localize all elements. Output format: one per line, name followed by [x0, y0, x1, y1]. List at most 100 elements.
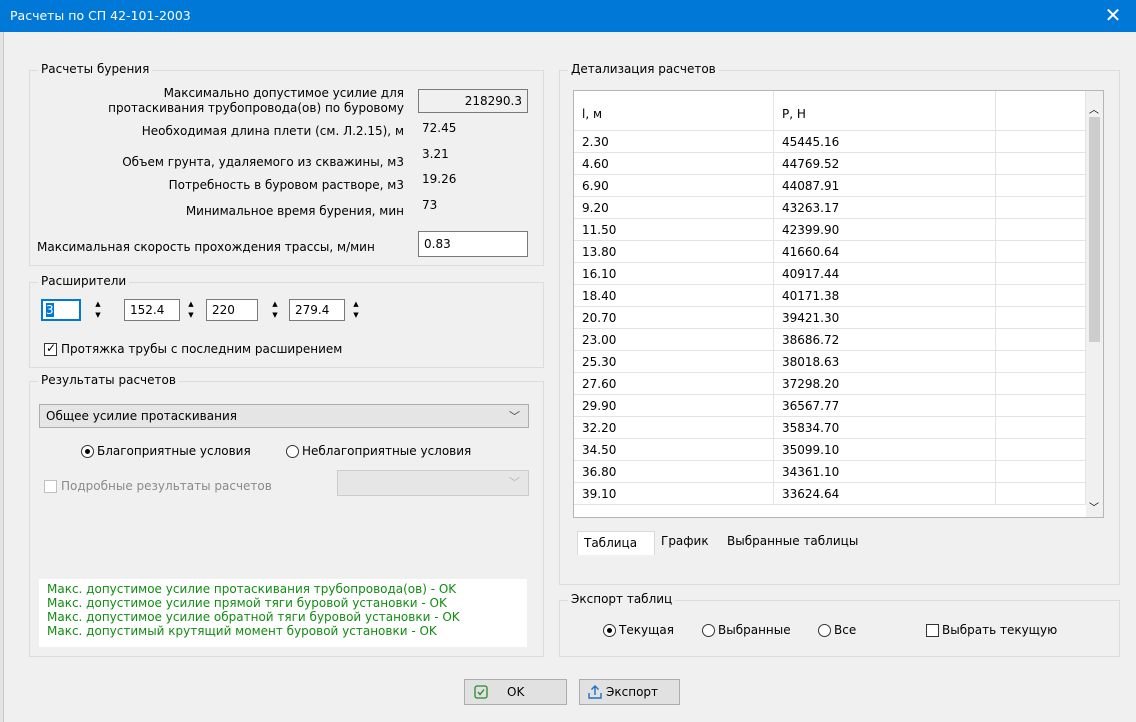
detail-legend: Детализация расчетов: [568, 62, 719, 76]
cell-l[interactable]: 27.60: [574, 373, 774, 395]
spin-down-icon[interactable]: ▼: [349, 310, 363, 321]
detailed-results-checkbox[interactable]: [44, 480, 57, 493]
column-header-l[interactable]: l, м: [574, 91, 774, 131]
max-force-value: 218290.3: [418, 89, 528, 113]
cell-empty: [996, 373, 1086, 395]
cell-l[interactable]: 34.50: [574, 439, 774, 461]
close-icon[interactable]: ✕: [1090, 0, 1136, 32]
cell-p[interactable]: 37298.20: [774, 373, 996, 395]
scroll-up-icon[interactable]: ︿: [1089, 101, 1099, 116]
cell-p[interactable]: 43263.17: [774, 197, 996, 219]
vertical-scrollbar[interactable]: ︿ ﹀: [1086, 91, 1103, 517]
export-legend: Экспорт таблиц: [568, 592, 676, 606]
cell-empty: [996, 153, 1086, 175]
cell-l[interactable]: 25.30: [574, 351, 774, 373]
spin-up-icon[interactable]: ▲: [91, 299, 105, 310]
spin-down-icon[interactable]: ▼: [268, 310, 282, 321]
reamer-d2-field[interactable]: 220: [206, 299, 258, 321]
detailed-results-select[interactable]: ﹀: [337, 470, 529, 496]
cell-p[interactable]: 38686.72: [774, 329, 996, 351]
spin-down-icon[interactable]: ▼: [184, 310, 198, 321]
unfavorable-label: Неблагоприятные условия: [302, 444, 472, 458]
cell-l[interactable]: 4.60: [574, 153, 774, 175]
choose-current-label: Выбрать текущую: [942, 623, 1058, 637]
cell-p[interactable]: 33624.64: [774, 483, 996, 505]
chevron-down-icon: ﹀: [509, 410, 520, 423]
cell-p[interactable]: 38018.63: [774, 351, 996, 373]
cell-l[interactable]: 11.50: [574, 219, 774, 241]
max-speed-input[interactable]: 0.83: [418, 231, 528, 257]
ok-label: OK: [507, 685, 525, 699]
tab-graph[interactable]: График: [655, 530, 721, 552]
cell-p[interactable]: 35834.70: [774, 417, 996, 439]
cell-l[interactable]: 29.90: [574, 395, 774, 417]
detailed-results-label: Подробные результаты расчетов: [61, 479, 272, 493]
favorable-radio[interactable]: [81, 445, 94, 458]
cell-l[interactable]: 13.80: [574, 241, 774, 263]
export-all-radio[interactable]: [818, 624, 831, 637]
export-all-label: Все: [834, 623, 857, 637]
cell-l[interactable]: 9.20: [574, 197, 774, 219]
reamer-d2-spinner[interactable]: 220 ▲ ▼: [206, 299, 284, 321]
drilling-legend: Расчеты бурения: [38, 62, 153, 76]
spin-down-icon[interactable]: ▼: [91, 310, 105, 321]
spin-up-icon[interactable]: ▲: [184, 299, 198, 310]
radio-dot: [607, 628, 612, 633]
max-speed-label: Максимальная скорость прохождения трассы…: [37, 240, 375, 254]
export-current-label: Текущая: [619, 623, 674, 637]
unfavorable-radio[interactable]: [286, 445, 299, 458]
cell-p[interactable]: 41660.64: [774, 241, 996, 263]
cell-p[interactable]: 34361.10: [774, 461, 996, 483]
export-button[interactable]: Экспорт: [579, 679, 680, 705]
ok-check-icon: [474, 685, 488, 699]
reamer-count-field[interactable]: 3: [41, 299, 81, 321]
cell-l[interactable]: 2.30: [574, 131, 774, 153]
reamer-d1-spinner[interactable]: 152.4 ▲ ▼: [124, 299, 202, 321]
tab-table[interactable]: Таблица: [577, 531, 655, 555]
left-border: [0, 32, 4, 722]
cell-p[interactable]: 35099.10: [774, 439, 996, 461]
cell-p[interactable]: 39421.30: [774, 307, 996, 329]
export-selected-radio[interactable]: [702, 624, 715, 637]
reamer-d3-field[interactable]: 279.4: [289, 299, 345, 321]
reamer-d1-field[interactable]: 152.4: [124, 299, 180, 321]
detail-table[interactable]: l, м P, Н 2.30 45445.16 4.60 44769.52 6.90 44…: [573, 90, 1104, 518]
spin-up-icon[interactable]: ▲: [268, 299, 282, 310]
tab-selected-tables[interactable]: Выбранные таблицы: [721, 530, 881, 552]
reamer-count-spinner[interactable]: 3 ▲ ▼: [41, 299, 111, 321]
cell-l[interactable]: 23.00: [574, 329, 774, 351]
cell-p[interactable]: 45445.16: [774, 131, 996, 153]
column-header-empty: [996, 91, 1086, 131]
upload-icon: [588, 685, 602, 699]
cell-p[interactable]: 40917.44: [774, 263, 996, 285]
cell-empty: [996, 439, 1086, 461]
status-line-3: Макс. допустимое усилие обратной тяги бу…: [47, 610, 460, 624]
scroll-down-icon[interactable]: ﹀: [1089, 499, 1099, 514]
column-header-p[interactable]: P, Н: [774, 91, 996, 131]
cell-l[interactable]: 36.80: [574, 461, 774, 483]
ok-button[interactable]: OK: [464, 679, 567, 705]
scroll-thumb[interactable]: [1089, 117, 1100, 342]
status-line-2: Макс. допустимое усилие прямой тяги буро…: [47, 596, 447, 610]
cell-p[interactable]: 44769.52: [774, 153, 996, 175]
radio-dot: [85, 449, 90, 454]
max-force-label-1: Максимально допустимое усилие для: [163, 86, 404, 100]
cell-p[interactable]: 40171.38: [774, 285, 996, 307]
export-current-radio[interactable]: [603, 624, 616, 637]
cell-p[interactable]: 42399.90: [774, 219, 996, 241]
results-type-select[interactable]: Общее усилие протаскивания ﹀: [39, 404, 529, 428]
cell-l[interactable]: 6.90: [574, 175, 774, 197]
cell-p[interactable]: 36567.77: [774, 395, 996, 417]
cell-p[interactable]: 44087.91: [774, 175, 996, 197]
cell-l[interactable]: 39.10: [574, 483, 774, 505]
cell-l[interactable]: 18.40: [574, 285, 774, 307]
results-legend: Результаты расчетов: [38, 373, 179, 387]
spin-up-icon[interactable]: ▲: [349, 299, 363, 310]
cell-l[interactable]: 32.20: [574, 417, 774, 439]
choose-current-checkbox[interactable]: [926, 624, 939, 637]
cell-l[interactable]: 16.10: [574, 263, 774, 285]
pull-with-last-checkbox[interactable]: ✓: [44, 341, 57, 356]
min-time-value: 73: [422, 198, 438, 212]
cell-l[interactable]: 20.70: [574, 307, 774, 329]
reamer-d3-spinner[interactable]: 279.4 ▲ ▼: [289, 299, 367, 321]
